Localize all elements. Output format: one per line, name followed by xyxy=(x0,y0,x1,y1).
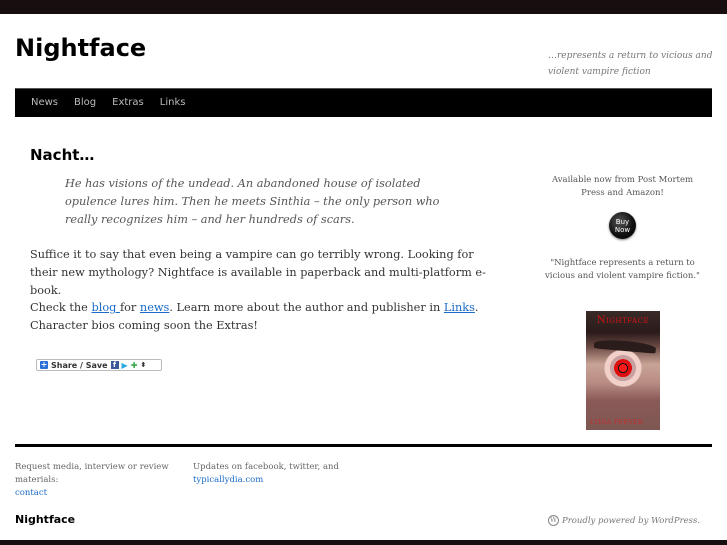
text: Check the xyxy=(30,301,92,314)
book-cover-title: Nightface xyxy=(596,315,650,326)
blog-link[interactable]: blog xyxy=(91,301,119,314)
post-blockquote: He has visions of the undead. An abandon… xyxy=(65,177,440,226)
main-nav: News Blog Extras Links xyxy=(15,88,712,117)
twitter-icon[interactable]: ▶ xyxy=(122,361,128,370)
post-paragraph: Suffice it to say that even being a vamp… xyxy=(30,248,486,297)
more-options-icon[interactable]: ⬍ xyxy=(140,361,146,369)
buy-now-button[interactable]: Buy Now xyxy=(609,212,636,239)
nav-item-extras[interactable]: Extras xyxy=(104,89,152,116)
facebook-icon[interactable]: f xyxy=(110,361,119,369)
share-save-button[interactable]: + Share / Save f ▶ ✚ ⬍ xyxy=(36,359,162,371)
footer-site-title[interactable]: Nightface xyxy=(15,513,75,526)
book-cover-author: Lydia Peever xyxy=(590,419,644,426)
share-label: Share / Save xyxy=(51,360,108,370)
post-title: Nacht… xyxy=(30,146,95,164)
nav-item-blog[interactable]: Blog xyxy=(66,89,104,116)
footer-widget-contact: Request media, interview or review mater… xyxy=(15,461,175,500)
availability-text: Available now from Post Mortem Press and… xyxy=(551,175,694,198)
plus-icon: + xyxy=(40,360,48,369)
site-title[interactable]: Nightface xyxy=(15,34,146,62)
bottom-bar xyxy=(0,540,727,545)
google-icon[interactable]: ✚ xyxy=(131,361,138,370)
footer-widget-updates: Updates on facebook, twitter, and typica… xyxy=(193,461,363,487)
powered-by-text: Proudly powered by WordPress. xyxy=(562,515,701,526)
footer-divider xyxy=(15,444,712,447)
footer-updates-text: Updates on facebook, twitter, and xyxy=(193,462,339,472)
nav-item-links[interactable]: Links xyxy=(152,89,194,116)
typicallydia-link[interactable]: typicallydia.com xyxy=(193,475,263,485)
powered-by-wordpress[interactable]: W Proudly powered by WordPress. xyxy=(548,515,700,526)
book-cover-image[interactable]: Nightface Lydia Peever xyxy=(586,311,660,430)
text: for xyxy=(119,301,140,314)
site-description: …represents a return to vicious and viol… xyxy=(548,51,713,77)
nav-item-news[interactable]: News xyxy=(23,89,66,116)
footer-contact-text: Request media, interview or review mater… xyxy=(15,462,169,485)
links-link[interactable]: Links xyxy=(444,301,475,314)
wordpress-icon: W xyxy=(548,515,559,526)
news-link[interactable]: news xyxy=(140,301,169,314)
text: . Learn more about the author and publis… xyxy=(169,301,444,314)
contact-link[interactable]: contact xyxy=(15,488,47,498)
post-paragraph-links: Check the blog for news. Learn more abou… xyxy=(30,299,490,335)
cover-eyebrow xyxy=(593,338,657,354)
sidebar-quote: "Nightface represents a return to viciou… xyxy=(545,258,700,281)
top-bar xyxy=(0,0,727,14)
